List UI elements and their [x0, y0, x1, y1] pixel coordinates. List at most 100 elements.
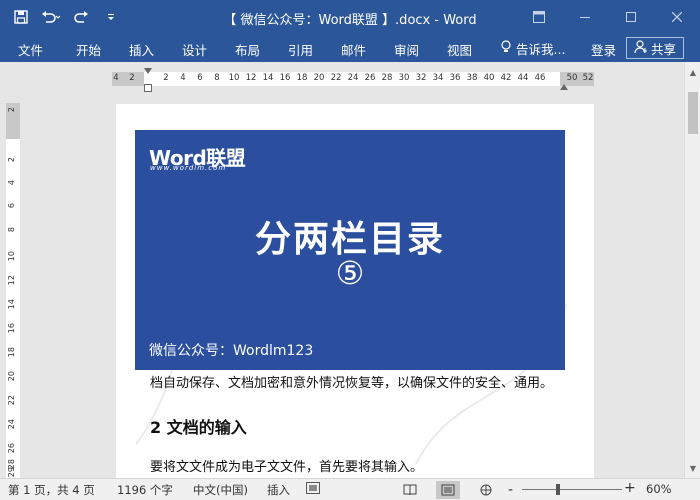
ruler-tick: 14 [262, 73, 274, 83]
zoom-level[interactable]: 60% [646, 482, 672, 496]
ruler-tick: 4 [113, 73, 119, 83]
word-count[interactable]: 1196 个字 [117, 482, 173, 498]
ruler-tick: 26 [364, 73, 376, 83]
tab-insert[interactable]: 插入 [129, 40, 154, 59]
ruler-tick: 28 [381, 73, 393, 83]
ruler-tick: 2 [163, 73, 169, 83]
share-label: 共享 [650, 41, 676, 57]
tab-file[interactable]: 文件 [18, 40, 43, 59]
banner-footer: 微信公众号：Wordlm123 [149, 343, 314, 359]
vruler-tick: 24 [7, 419, 16, 430]
page-count[interactable]: 第 1 页，共 4 页 [8, 482, 95, 498]
tab-view[interactable]: 视图 [447, 40, 472, 59]
ruler-tick: 10 [228, 73, 240, 83]
heading[interactable]: 2 文档的输入 [150, 414, 247, 438]
ruler-tick: 36 [449, 73, 461, 83]
vruler-tick: 6 [7, 203, 16, 209]
vruler-tick: 14 [7, 299, 16, 310]
ruler-tick: 20 [313, 73, 325, 83]
ruler-tick: 22 [330, 73, 342, 83]
ruler-tick: 34 [432, 73, 444, 83]
vruler-tick: 20 [7, 371, 16, 382]
ribbon-tabs: 文件 开始 插入 设计 布局 引用 邮件 审阅 视图 告诉我... 登录 共享 [0, 34, 700, 62]
ruler-tick: 40 [483, 73, 495, 83]
scroll-up-icon[interactable]: ▲ [685, 64, 700, 80]
first-line-indent-marker[interactable] [144, 68, 152, 74]
redo-icon[interactable] [70, 6, 92, 28]
ruler-tick: 16 [279, 73, 291, 83]
left-indent-marker[interactable] [144, 84, 152, 92]
paragraph[interactable]: 要将文文件成为电子文文件，首先要将其输入。 [150, 456, 423, 475]
save-icon[interactable] [10, 6, 32, 28]
zoom-slider-thumb[interactable] [556, 484, 560, 495]
ribbon-display-icon[interactable] [516, 0, 562, 34]
tell-me-box[interactable]: 告诉我... [500, 39, 565, 58]
status-bar: 第 1 页，共 4 页 1196 个字 中文(中国) 插入 - + 60% [0, 478, 700, 500]
web-layout-icon[interactable] [474, 481, 498, 499]
vruler-tick: 22 [7, 395, 16, 406]
tab-mailings[interactable]: 邮件 [341, 40, 366, 59]
horizontal-ruler-area: 4 2 2 4 6 8 10 12 14 16 18 20 22 24 26 2… [0, 62, 684, 92]
ruler-tick: 46 [534, 73, 546, 83]
minimize-icon[interactable] [562, 0, 608, 34]
zoom-in-button[interactable]: + [624, 480, 636, 496]
ruler-tick: 44 [517, 73, 529, 83]
zoom-slider[interactable] [522, 489, 622, 490]
vruler-tick: 4 [7, 180, 16, 186]
scroll-down-icon[interactable]: ▼ [685, 460, 700, 476]
vruler-tick: 18 [7, 347, 16, 358]
banner-image[interactable]: Word联盟 www.wordlm.com 分两栏目录 ⑤ 微信公众号：Word… [135, 130, 565, 370]
vruler-tick: 26 [7, 443, 16, 454]
ruler-tick: 30 [398, 73, 410, 83]
login-link[interactable]: 登录 [591, 40, 616, 59]
zoom-out-button[interactable]: - [508, 482, 513, 498]
close-icon[interactable] [654, 0, 700, 34]
share-button[interactable]: 共享 [626, 37, 684, 59]
ruler-tick: 2 [129, 73, 135, 83]
read-mode-icon[interactable] [398, 481, 422, 499]
undo-icon[interactable] [40, 6, 62, 28]
tab-layout[interactable]: 布局 [235, 40, 260, 59]
ruler-tick: 12 [245, 73, 257, 83]
ruler-tick: 32 [415, 73, 427, 83]
ruler-tick: 8 [214, 73, 220, 83]
vruler-tick: 10 [7, 251, 16, 262]
window-controls [516, 0, 700, 34]
maximize-icon[interactable] [608, 0, 654, 34]
ruler-tick: 38 [466, 73, 478, 83]
tab-home[interactable]: 开始 [76, 40, 101, 59]
vruler-tick: 29 [7, 467, 16, 478]
ruler-tick: 4 [180, 73, 186, 83]
vertical-ruler[interactable]: 2 2 4 6 8 10 12 14 16 18 20 22 24 26 28 … [6, 103, 20, 478]
tell-me-label: 告诉我... [516, 42, 566, 57]
ruler-tick: 42 [500, 73, 512, 83]
vruler-tick: 16 [7, 323, 16, 334]
language[interactable]: 中文(中国) [193, 482, 248, 498]
ruler-tick: 18 [296, 73, 308, 83]
vruler-tick: 2 [7, 157, 16, 163]
ruler-tick: 50 [566, 73, 578, 83]
vruler-tick: 12 [7, 275, 16, 286]
print-layout-icon[interactable] [436, 481, 460, 499]
title-bar: 【 微信公众号：Word联盟 】.docx - Word [0, 0, 700, 34]
customize-toolbar-icon[interactable] [100, 6, 122, 28]
tab-design[interactable]: 设计 [182, 40, 207, 59]
ruler-tick: 52 [582, 73, 594, 83]
tab-references[interactable]: 引用 [288, 40, 313, 59]
macro-icon[interactable] [306, 482, 320, 497]
person-icon [634, 39, 648, 57]
input-mode[interactable]: 插入 [267, 482, 290, 498]
lightbulb-icon [500, 40, 512, 57]
ruler-tick: 24 [347, 73, 359, 83]
paragraph[interactable]: 档自动保存、文档加密和意外情况恢复等，以确保文件的安全、通用。 [150, 374, 570, 394]
banner-number: ⑤ [335, 254, 365, 292]
vruler-tick: 8 [7, 227, 16, 233]
vruler-tick: 2 [7, 107, 16, 113]
tab-review[interactable]: 审阅 [394, 40, 419, 59]
quick-access-toolbar [10, 6, 122, 28]
right-indent-marker[interactable] [560, 84, 568, 90]
vertical-scrollbar[interactable]: ▲ ▼ [684, 62, 700, 478]
ruler-tick: 6 [197, 73, 203, 83]
scroll-thumb[interactable] [688, 92, 698, 134]
horizontal-ruler[interactable]: 4 2 2 4 6 8 10 12 14 16 18 20 22 24 26 2… [112, 72, 594, 86]
